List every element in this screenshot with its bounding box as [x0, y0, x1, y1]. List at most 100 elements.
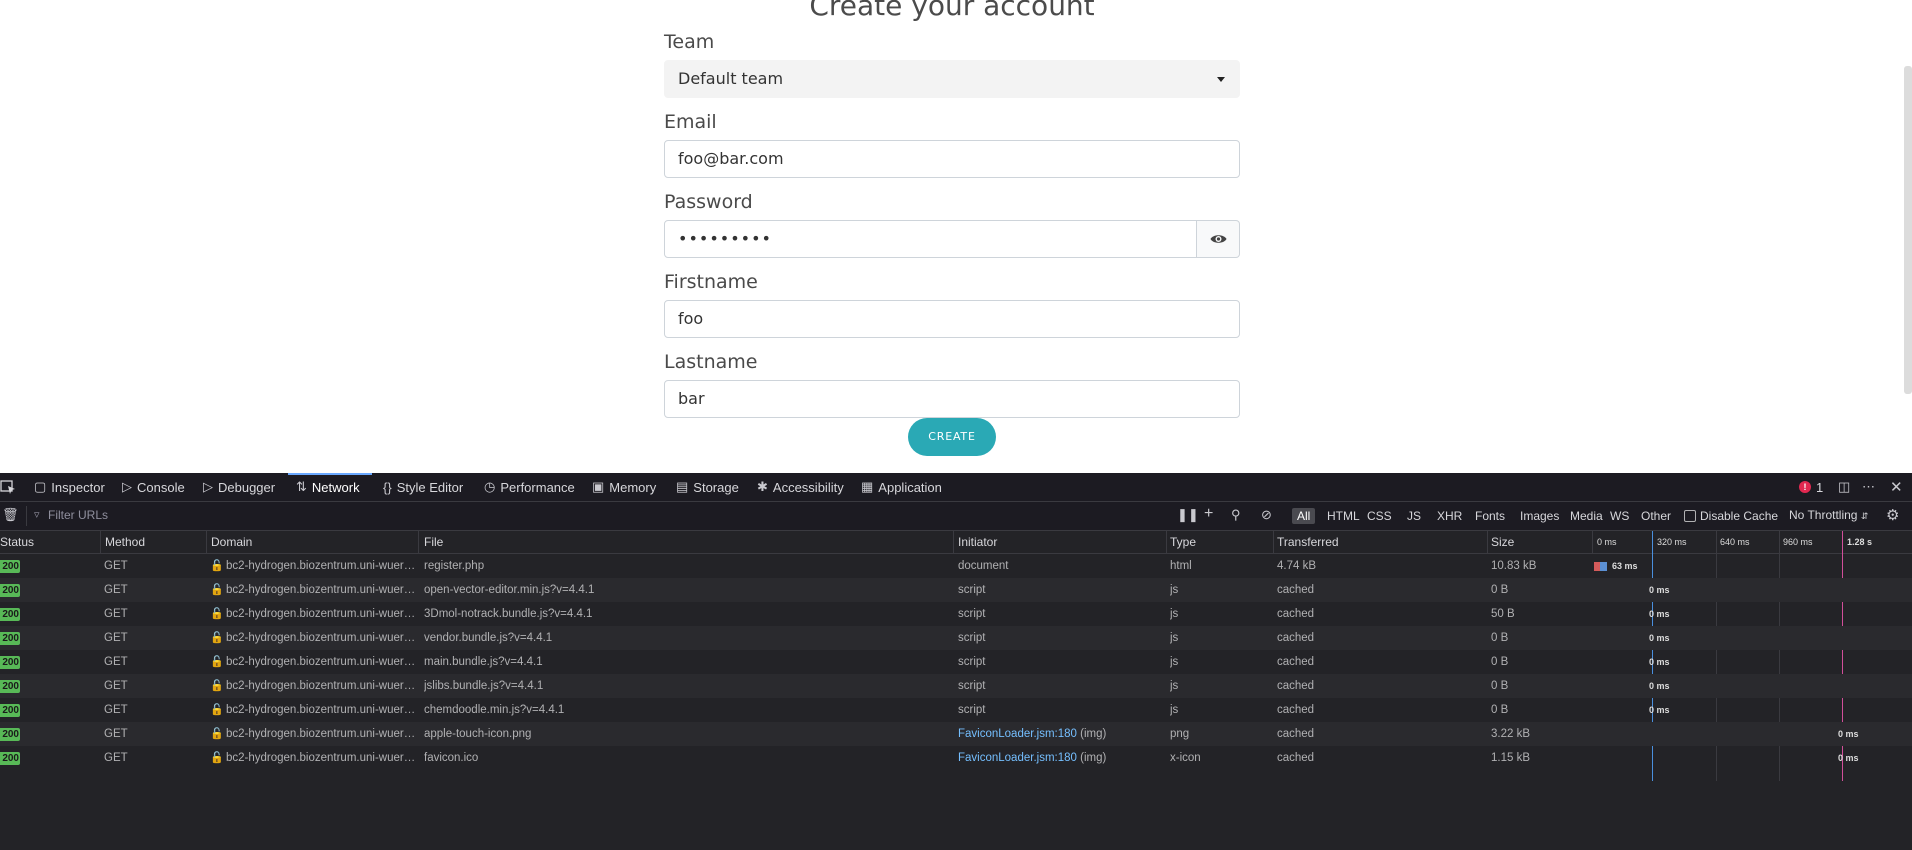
filter-type-html[interactable]: HTML [1322, 508, 1365, 524]
filter-type-media[interactable]: Media [1565, 508, 1608, 524]
element-picker-icon [0, 480, 15, 494]
filter-type-images[interactable]: Images [1515, 508, 1564, 524]
close-devtools-button[interactable]: ✕ [1890, 473, 1903, 501]
pause-icon[interactable]: ❚❚ [1177, 507, 1199, 523]
method-cell: GET [104, 752, 128, 764]
domain-cell: bc2-hydrogen.biozentrum.uni-wuer… [226, 728, 416, 740]
email-field[interactable]: foo@bar.com [664, 140, 1240, 178]
filter-type-all[interactable]: All [1292, 508, 1316, 524]
method-cell: GET [104, 656, 128, 668]
type-cell: x-icon [1170, 752, 1201, 764]
tab-label: Network [311, 479, 360, 495]
table-row[interactable]: 200 GET 🔓 bc2-hydrogen.biozentrum.uni-wuer…… [0, 578, 1912, 602]
password-field[interactable]: ••••••••• [664, 220, 1197, 258]
tab-accessibility[interactable]: ✱ Accessibility [757, 473, 844, 501]
column-file[interactable]: File [420, 531, 950, 553]
tab-label: Accessibility [772, 479, 844, 495]
column-divider[interactable] [1592, 531, 1593, 553]
lastname-label: Lastname [664, 351, 758, 373]
clear-trash-icon[interactable]: 🗑 [2, 507, 19, 523]
settings-gear-icon[interactable]: ⚙ [1886, 506, 1899, 524]
tab-network[interactable]: ⇅ Network [296, 473, 360, 501]
file-cell: chemdoodle.min.js?v=4.4.1 [424, 704, 565, 716]
size-cell: 1.15 kB [1491, 752, 1530, 764]
initiator-cell[interactable]: FaviconLoader.jsm:180 [958, 728, 1077, 740]
tab-inspector[interactable]: ▢ Inspector [34, 473, 105, 501]
domain-cell: bc2-hydrogen.biozentrum.uni-wuer… [226, 704, 416, 716]
initiator-cell: script [958, 704, 986, 716]
table-row[interactable]: 200 GET 🔓 bc2-hydrogen.biozentrum.uni-wuer…… [0, 626, 1912, 650]
table-row[interactable]: 200 GET 🔓 bc2-hydrogen.biozentrum.uni-wuer…… [0, 650, 1912, 674]
tab-debugger[interactable]: ▷ Debugger [203, 473, 275, 501]
method-cell: GET [104, 608, 128, 620]
column-initiator[interactable]: Initiator [954, 531, 1165, 553]
devtools-tabbar: ▢ Inspector ▷ Console ▷ Debugger ⇅ Netwo… [0, 473, 1912, 502]
lastname-field[interactable]: bar [664, 380, 1240, 418]
request-table-header: Status Method Domain File Initiator Type… [0, 531, 1912, 554]
disable-cache-toggle[interactable]: Disable Cache [1684, 509, 1778, 523]
page-scrollbar[interactable] [1904, 66, 1912, 394]
insecure-lock-icon: 🔓 [210, 680, 224, 692]
dock-icon: ◫ [1838, 479, 1851, 494]
disable-cache-checkbox[interactable] [1684, 510, 1696, 522]
table-row[interactable]: 200 GET 🔓 bc2-hydrogen.biozentrum.uni-wuer…… [0, 674, 1912, 698]
status-badge: 200 [0, 752, 20, 765]
type-cell: js [1170, 656, 1179, 668]
tab-application[interactable]: ▦ Application [861, 473, 942, 501]
file-cell: apple-touch-icon.png [424, 728, 532, 740]
password-label: Password [664, 191, 753, 213]
filter-type-js[interactable]: JS [1402, 508, 1426, 524]
filter-urls-input[interactable]: Filter URLs [48, 508, 108, 522]
column-type[interactable]: Type [1166, 531, 1272, 553]
throttling-select[interactable]: No Throttling ⇵ [1789, 508, 1868, 522]
filter-type-css[interactable]: CSS [1362, 508, 1397, 524]
tab-style-editor[interactable]: {} Style Editor [383, 473, 463, 501]
console-icon: ▷ [122, 479, 132, 494]
file-cell: register.php [424, 560, 485, 572]
column-status[interactable]: Status [0, 531, 96, 553]
firstname-field[interactable]: foo [664, 300, 1240, 338]
column-domain[interactable]: Domain [207, 531, 417, 553]
network-toolbar: 🗑 ▿ Filter URLs ❚❚ + ⚲ ⊘ All HTML CSS JS… [0, 502, 1912, 531]
filter-type-ws[interactable]: WS [1605, 508, 1634, 524]
filter-type-other[interactable]: Other [1636, 508, 1676, 524]
column-divider[interactable] [418, 531, 419, 553]
tab-console[interactable]: ▷ Console [122, 473, 185, 501]
status-badge: 200 [0, 584, 20, 597]
table-row[interactable]: 200 GET 🔓 bc2-hydrogen.biozentrum.uni-wuer…… [0, 602, 1912, 626]
column-method[interactable]: Method [101, 531, 206, 553]
column-size[interactable]: Size [1487, 531, 1592, 553]
create-button[interactable]: CREATE [908, 418, 996, 456]
timeline-tick: 320 ms [1657, 537, 1687, 547]
element-picker-button[interactable] [0, 473, 16, 501]
tab-label: Application [878, 479, 942, 495]
dock-toggle-button[interactable]: ◫ [1838, 473, 1850, 501]
table-row[interactable]: 200 GET 🔓 bc2-hydrogen.biozentrum.uni-wuer…… [0, 722, 1912, 746]
waterfall-timing: 0 ms [1649, 609, 1670, 619]
file-cell: favicon.ico [424, 752, 479, 764]
initiator-cell[interactable]: FaviconLoader.jsm:180 [958, 752, 1077, 764]
add-icon[interactable]: + [1204, 505, 1213, 523]
table-row[interactable]: 200 GET 🔓 bc2-hydrogen.biozentrum.uni-wuer…… [0, 554, 1912, 578]
status-badge: 200 [0, 704, 20, 717]
error-count-button[interactable]: ! 1 [1799, 473, 1823, 501]
initiator-cell: script [958, 632, 986, 644]
tab-memory[interactable]: ▣ Memory [592, 473, 656, 501]
filter-type-xhr[interactable]: XHR [1432, 508, 1467, 524]
team-select[interactable]: Default team [664, 60, 1240, 98]
column-transferred[interactable]: Transferred [1273, 531, 1487, 553]
waterfall-timing: 0 ms [1838, 753, 1859, 763]
more-options-button[interactable]: ⋯ [1862, 473, 1875, 501]
search-icon[interactable]: ⚲ [1231, 507, 1241, 523]
transferred-cell: 4.74 kB [1277, 560, 1316, 572]
table-row[interactable]: 200 GET 🔓 bc2-hydrogen.biozentrum.uni-wuer…… [0, 746, 1912, 770]
size-cell: 0 B [1491, 584, 1509, 596]
filter-type-fonts[interactable]: Fonts [1470, 508, 1510, 524]
application-icon: ▦ [861, 479, 874, 494]
table-row[interactable]: 200 GET 🔓 bc2-hydrogen.biozentrum.uni-wuer…… [0, 698, 1912, 722]
devtools-panel: ▢ Inspector ▷ Console ▷ Debugger ⇅ Netwo… [0, 473, 1912, 850]
tab-performance[interactable]: ◷ Performance [484, 473, 575, 501]
block-icon[interactable]: ⊘ [1261, 507, 1272, 523]
tab-storage[interactable]: ▤ Storage [676, 473, 739, 501]
show-password-button[interactable] [1197, 220, 1240, 258]
